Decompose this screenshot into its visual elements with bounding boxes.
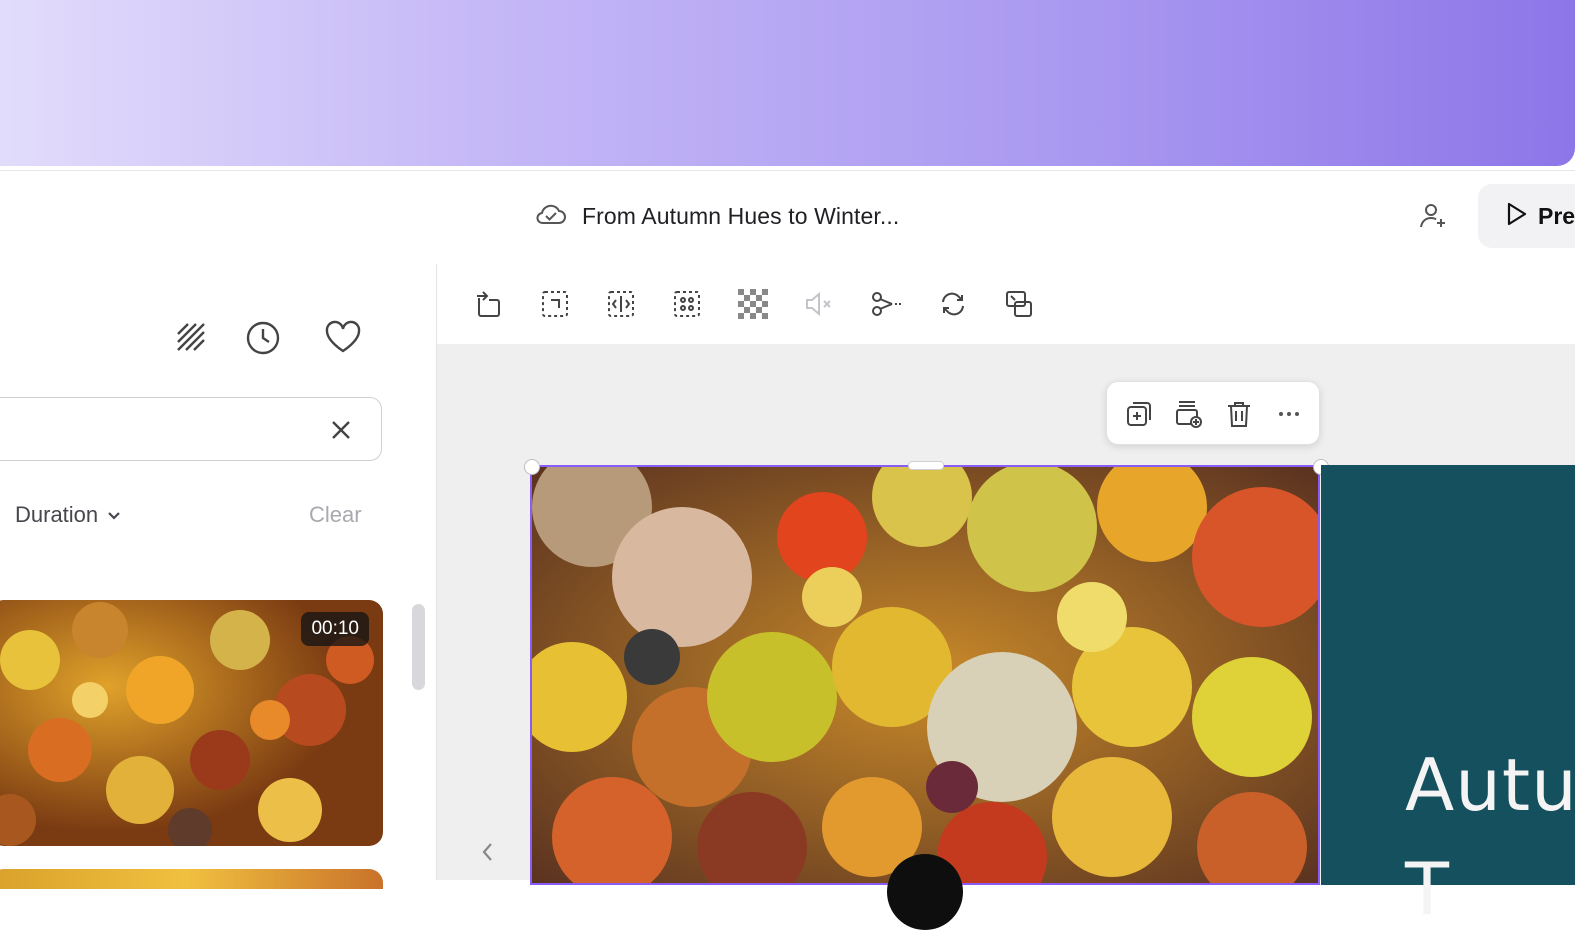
duration-badge: 00:10 [301, 612, 369, 646]
loop-icon[interactable] [935, 286, 971, 322]
top-bar: From Autumn Hues to Winter... Pre [0, 170, 1575, 265]
pattern-icon[interactable] [174, 320, 206, 357]
play-overlay-circle[interactable] [887, 854, 963, 930]
media-sidebar: Duration Clear 00:10 [0, 264, 437, 889]
mute-icon [801, 286, 837, 322]
search-input[interactable] [5, 414, 309, 446]
resize-handle-top-left[interactable] [524, 459, 540, 475]
project-title-group[interactable]: From Autumn Hues to Winter... [534, 201, 899, 232]
element-toolbar [437, 264, 1575, 344]
slide-heading-text-line2[interactable]: T [1405, 847, 1449, 931]
more-options-icon[interactable] [1271, 396, 1307, 432]
chevron-down-icon [106, 502, 122, 528]
position-layers-icon[interactable] [1001, 286, 1037, 322]
bg-remover-icon[interactable] [669, 286, 705, 322]
project-title[interactable]: From Autumn Hues to Winter... [582, 203, 899, 230]
crop-icon[interactable] [537, 286, 573, 322]
delete-trash-icon[interactable] [1221, 396, 1257, 432]
play-icon [1504, 201, 1528, 232]
cloud-saved-icon [534, 201, 568, 232]
duration-filter-label: Duration [15, 502, 99, 527]
favorites-heart-icon[interactable] [324, 320, 362, 359]
transparency-icon[interactable] [735, 286, 771, 322]
sidebar-scrollbar[interactable] [412, 604, 425, 690]
recent-clock-icon[interactable] [245, 320, 281, 361]
present-label: Pre [1538, 202, 1575, 229]
present-button[interactable]: Pre [1478, 184, 1575, 248]
video-result-thumbnail[interactable]: 00:10 [0, 600, 383, 846]
slide-text-panel[interactable]: Autu T [1321, 465, 1575, 931]
editor-canvas: Autu T [437, 264, 1575, 931]
scissors-trim-icon[interactable] [869, 286, 905, 322]
search-field[interactable] [0, 397, 382, 461]
add-collaborator-icon[interactable] [1418, 201, 1448, 236]
duplicate-icon[interactable] [1121, 396, 1157, 432]
duration-filter-dropdown[interactable]: Duration [15, 502, 122, 528]
replace-media-icon[interactable] [471, 286, 507, 322]
resize-handle-top[interactable] [908, 461, 944, 470]
top-banner [0, 0, 1575, 166]
video-result-thumbnail-partial[interactable] [0, 869, 383, 889]
chevron-left-icon[interactable] [479, 840, 495, 869]
selected-video-element[interactable] [530, 465, 1320, 885]
clear-filters-button[interactable]: Clear [309, 502, 362, 528]
add-page-icon[interactable] [1171, 396, 1207, 432]
slide-heading-text[interactable]: Autu [1405, 743, 1575, 827]
clear-search-icon[interactable] [329, 418, 353, 447]
autumn-forest-video-frame [532, 467, 1318, 883]
flip-icon[interactable] [603, 286, 639, 322]
selection-quick-actions [1106, 381, 1320, 445]
